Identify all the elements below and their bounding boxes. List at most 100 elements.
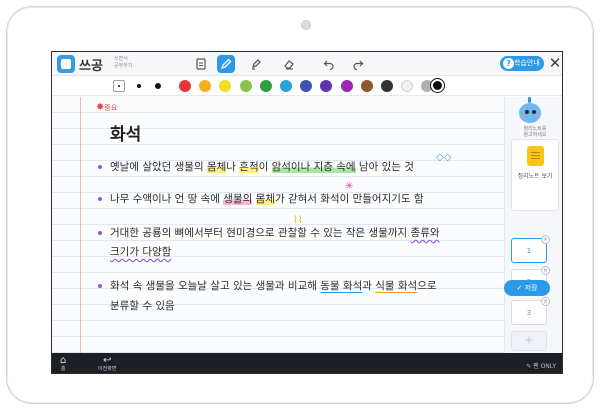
save-button[interactable]: ✓ 저장 (504, 280, 550, 296)
back-label-line1: 이전 (98, 366, 108, 372)
side-hint-label: 정리노트를 참고하세요 (509, 126, 561, 138)
sparkle-icon: ✳ (345, 181, 354, 192)
color-swatch[interactable] (280, 80, 292, 92)
highlighted-text: 식물 화석 (375, 280, 418, 292)
highlighted-text: 몸체 (255, 193, 275, 205)
pen-size-small-button[interactable] (113, 80, 125, 92)
pen-size-large-dot (155, 83, 161, 89)
bullet-dot (98, 284, 102, 288)
app-logo-icon (57, 55, 75, 73)
mascot-cheek (536, 115, 539, 117)
note-text: 과 (362, 280, 376, 292)
home-icon: ⌂ (60, 355, 67, 366)
add-page-button[interactable]: + (511, 331, 547, 351)
color-swatch[interactable] (320, 80, 333, 92)
back-label-line2: 화면 (107, 366, 117, 372)
app-screen: 쓰공 쓰면서 공부하기 학습안내 ✕ (51, 51, 563, 374)
important-tag-label: 중요 (104, 104, 118, 112)
color-swatch[interactable] (340, 80, 353, 92)
summary-note-label: 정리노트 보기 (517, 173, 553, 180)
bullet-dot (98, 231, 102, 235)
sparkle-icon: ◇◇ (436, 152, 452, 163)
page-thumb-number: 1 (526, 247, 532, 255)
pen-tool-button[interactable] (217, 55, 235, 73)
undo-icon (323, 60, 334, 70)
note-text: 옛날에 살았던 생물의 (110, 161, 207, 173)
pen-only-indicator: ✎ 펜 ONLY (526, 363, 556, 370)
highlighted-text: 동물 화석 (320, 280, 363, 292)
paper-margin-line (80, 97, 81, 353)
pen-icon (220, 58, 232, 70)
pen-size-large-button[interactable] (152, 80, 164, 92)
highlighted-text: 종류와 (410, 227, 440, 239)
pen-size-medium-button[interactable] (133, 80, 145, 92)
color-swatch[interactable] (219, 80, 232, 92)
page-thumb-3[interactable]: 3 × (511, 297, 550, 325)
app-subtitle: 쓰면서 공부하기 (114, 56, 132, 70)
note-line-5: 화석 속 생물을 오늘날 살고 있는 생물과 비교해 동물 화석과 식물 화석으… (110, 278, 437, 293)
note-text: 거대한 공룡의 뼈에서부터 현미경으로 관찰할 수 있는 작은 생물까지 (110, 227, 411, 239)
color-swatch[interactable] (381, 80, 393, 92)
color-swatch[interactable] (360, 80, 373, 92)
color-swatch[interactable] (401, 80, 414, 92)
home-button[interactable]: ⌂ 홈 (60, 355, 67, 373)
page-icon (196, 58, 206, 70)
note-text: 분류할 수 있음 (110, 300, 175, 312)
mascot-icon (515, 97, 545, 125)
important-tag: ✸중요 (96, 102, 118, 113)
side-panel: 정리노트를 참고하세요 정리노트 보기 1 × 2 × 3 × + (504, 97, 562, 353)
highlighter-icon (252, 59, 261, 70)
selected-color-swatch[interactable] (431, 79, 444, 92)
color-swatch[interactable] (259, 80, 272, 92)
mascot-head (519, 103, 541, 123)
note-line-6: 분류할 수 있음 (110, 298, 175, 313)
highlighted-text: 몸체 (206, 161, 227, 173)
redo-button[interactable] (349, 55, 367, 73)
pen-size-medium-dot (137, 84, 141, 88)
highlighted-text: 생물의 (223, 193, 253, 205)
note-text: 으로 (417, 280, 437, 292)
redo-icon (353, 60, 364, 70)
note-title: 화석 (110, 125, 142, 145)
back-icon: ↩ (103, 355, 112, 366)
delete-page-icon[interactable]: × (541, 235, 550, 244)
tablet-frame: 쓰공 쓰면서 공부하기 학습안내 ✕ (6, 6, 594, 404)
color-swatch[interactable] (239, 80, 252, 92)
top-toolbar: 쓰공 쓰면서 공부하기 학습안내 ✕ (52, 52, 562, 76)
note-text: 나 (226, 161, 240, 173)
note-text: 나무 수액이나 언 땅 속에 (110, 193, 224, 205)
camera-dot (301, 20, 311, 30)
back-button[interactable]: ↩ 이전화면 (98, 355, 117, 373)
highlighter-tool-button[interactable] (247, 55, 265, 73)
sparkle-icon: ⌇⌇ (293, 215, 303, 226)
note-line-2: 나무 수액이나 언 땅 속에 생물의 몸체가 갇혀서 화석이 만들어지기도 함 (110, 191, 424, 206)
highlighted-text: 흔적 (239, 161, 259, 173)
delete-page-icon[interactable]: × (541, 266, 550, 275)
app-subtitle-line1: 쓰면서 (114, 56, 128, 62)
note-text: 이 (258, 161, 272, 173)
help-button[interactable]: 학습안내 (500, 56, 544, 71)
highlighted-text: 크기가 다양함 (110, 246, 172, 258)
note-text: 화석 속 생물을 오늘날 살고 있는 생물과 비교해 (110, 280, 321, 292)
delete-page-icon[interactable]: × (541, 297, 550, 306)
eraser-tool-button[interactable] (280, 55, 298, 73)
note-text: 가 갇혀서 화석이 만들어지기도 함 (274, 193, 424, 205)
side-hint-line2: 참고하세요 (523, 132, 547, 138)
color-swatch[interactable] (199, 80, 212, 92)
color-swatch[interactable] (179, 80, 191, 92)
eraser-icon (284, 60, 294, 70)
page-thumb-number: 3 (526, 309, 532, 317)
close-button[interactable]: ✕ (547, 53, 562, 73)
bullet-dot (98, 165, 102, 169)
note-line-1: 옛날에 살았던 생물의 몸체나 흔적이 암석이나 지층 속에 남아 있는 것 (110, 159, 414, 174)
undo-button[interactable] (320, 55, 338, 73)
color-swatch[interactable] (300, 80, 313, 92)
summary-note-button[interactable]: 정리노트 보기 (511, 139, 559, 211)
app-title: 쓰공 (79, 59, 103, 74)
page-tool-button[interactable] (192, 55, 210, 73)
pen-size-small-dot (118, 85, 120, 87)
note-paper[interactable]: ✸중요 화석 옛날에 살았던 생물의 몸체나 흔적이 암석이나 지층 속에 남아… (52, 97, 504, 353)
note-line-3: 거대한 공룡의 뼈에서부터 현미경으로 관찰할 수 있는 작은 생물까지 종류와 (110, 225, 440, 240)
page-thumb-1[interactable]: 1 × (511, 235, 550, 263)
mascot-eye (525, 110, 529, 114)
